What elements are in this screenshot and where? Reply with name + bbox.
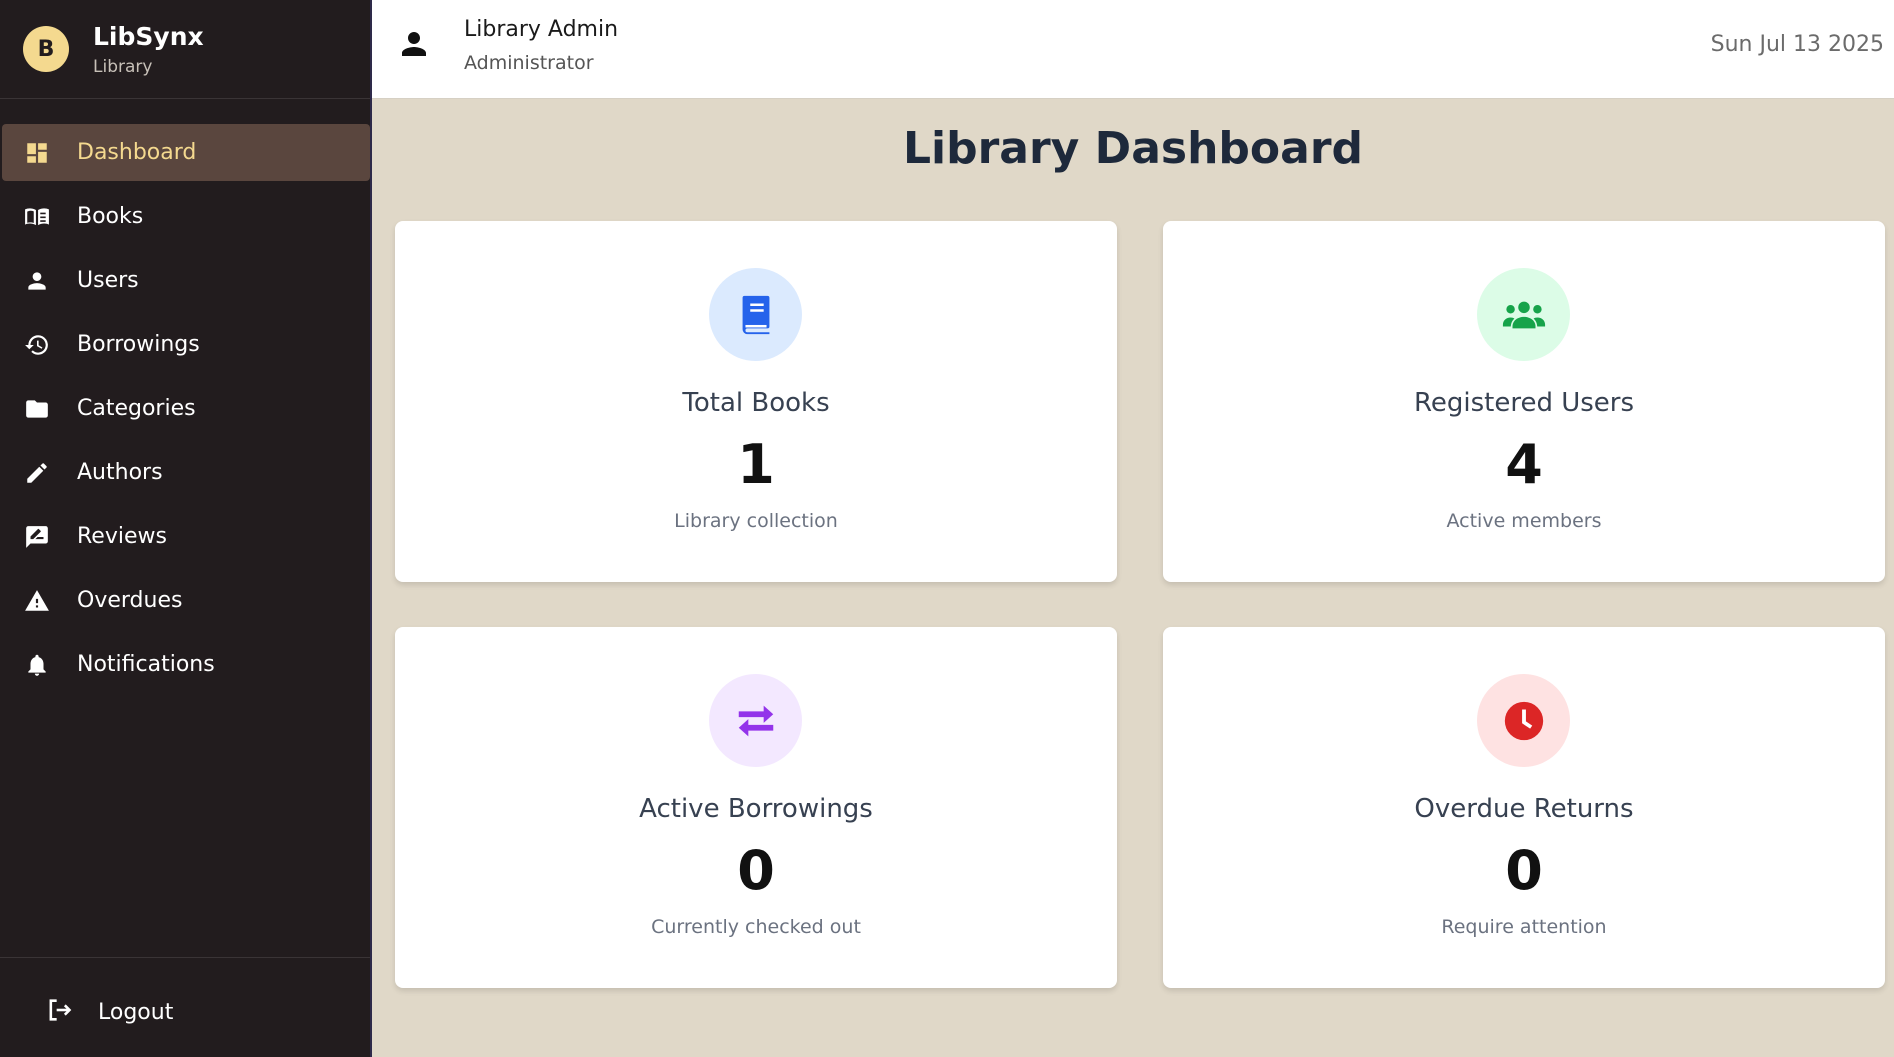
sidebar-item-reviews[interactable]: Reviews <box>2 508 370 565</box>
sidebar-item-authors[interactable]: Authors <box>2 444 370 501</box>
sidebar-item-label: Books <box>77 204 144 229</box>
sidebar-item-label: Users <box>77 268 139 293</box>
card-subtitle: Active members <box>1446 510 1602 532</box>
card-title: Total Books <box>682 388 830 418</box>
sidebar-nav: Dashboard Books Users Borrowings Categor… <box>2 124 370 700</box>
pencil-icon <box>24 460 50 486</box>
dashboard-icon <box>24 140 50 166</box>
card-value: 1 <box>737 433 775 496</box>
card-value: 0 <box>1505 839 1543 902</box>
card-title: Overdue Returns <box>1414 794 1634 824</box>
sidebar-item-label: Overdues <box>77 588 183 613</box>
sidebar-item-label: Borrowings <box>77 332 200 357</box>
card-subtitle: Library collection <box>674 510 838 532</box>
stat-card-registered-users: Registered Users 4 Active members <box>1163 221 1885 582</box>
sidebar-item-label: Categories <box>77 396 196 421</box>
clock-icon <box>1477 674 1570 767</box>
sidebar-item-categories[interactable]: Categories <box>2 380 370 437</box>
user-icon <box>24 268 50 294</box>
sidebar-item-books[interactable]: Books <box>2 188 370 245</box>
sidebar-item-overdues[interactable]: Overdues <box>2 572 370 629</box>
review-icon <box>24 524 50 550</box>
card-value: 0 <box>737 839 775 902</box>
sidebar: B LibSynx Library Dashboard Books Users <box>0 0 372 1057</box>
sidebar-footer: Logout <box>0 957 370 1057</box>
stat-card-total-books: Total Books 1 Library collection <box>395 221 1117 582</box>
brand-avatar: B <box>23 26 69 72</box>
logout-icon <box>45 996 73 1028</box>
stat-card-active-borrowings: Active Borrowings 0 Currently checked ou… <box>395 627 1117 988</box>
exchange-icon <box>709 674 802 767</box>
user-avatar-icon <box>396 26 432 62</box>
sidebar-item-users[interactable]: Users <box>2 252 370 309</box>
users-icon <box>1477 268 1570 361</box>
sidebar-item-dashboard[interactable]: Dashboard <box>2 124 370 181</box>
history-icon <box>24 332 50 358</box>
sidebar-item-label: Authors <box>77 460 163 485</box>
bell-icon <box>24 652 50 678</box>
sidebar-item-label: Notifications <box>77 652 215 677</box>
logout-label: Logout <box>98 999 174 1025</box>
user-name: Library Admin <box>464 17 619 42</box>
folder-icon <box>24 396 50 422</box>
sidebar-item-borrowings[interactable]: Borrowings <box>2 316 370 373</box>
card-subtitle: Currently checked out <box>651 916 861 938</box>
card-title: Registered Users <box>1413 388 1635 418</box>
top-header: Library Admin Administrator Sun Jul 13 2… <box>372 0 1894 99</box>
sidebar-item-notifications[interactable]: Notifications <box>2 636 370 693</box>
stat-card-overdue-returns: Overdue Returns 0 Require attention <box>1163 627 1885 988</box>
book-icon <box>709 268 802 361</box>
warning-icon <box>24 588 50 614</box>
logout-button[interactable]: Logout <box>45 996 173 1028</box>
page-title: Library Dashboard <box>902 123 1364 174</box>
card-value: 4 <box>1505 433 1543 496</box>
sidebar-item-label: Reviews <box>77 524 167 549</box>
brand: B LibSynx Library <box>0 0 370 99</box>
current-date: Sun Jul 13 2025 <box>1710 32 1884 57</box>
sidebar-item-label: Dashboard <box>77 140 197 165</box>
brand-name: LibSynx <box>93 22 204 51</box>
card-subtitle: Require attention <box>1441 916 1607 938</box>
card-title: Active Borrowings <box>639 794 873 824</box>
book-open-icon <box>24 204 50 230</box>
user-role: Administrator <box>464 52 594 74</box>
brand-subtitle: Library <box>93 57 153 77</box>
